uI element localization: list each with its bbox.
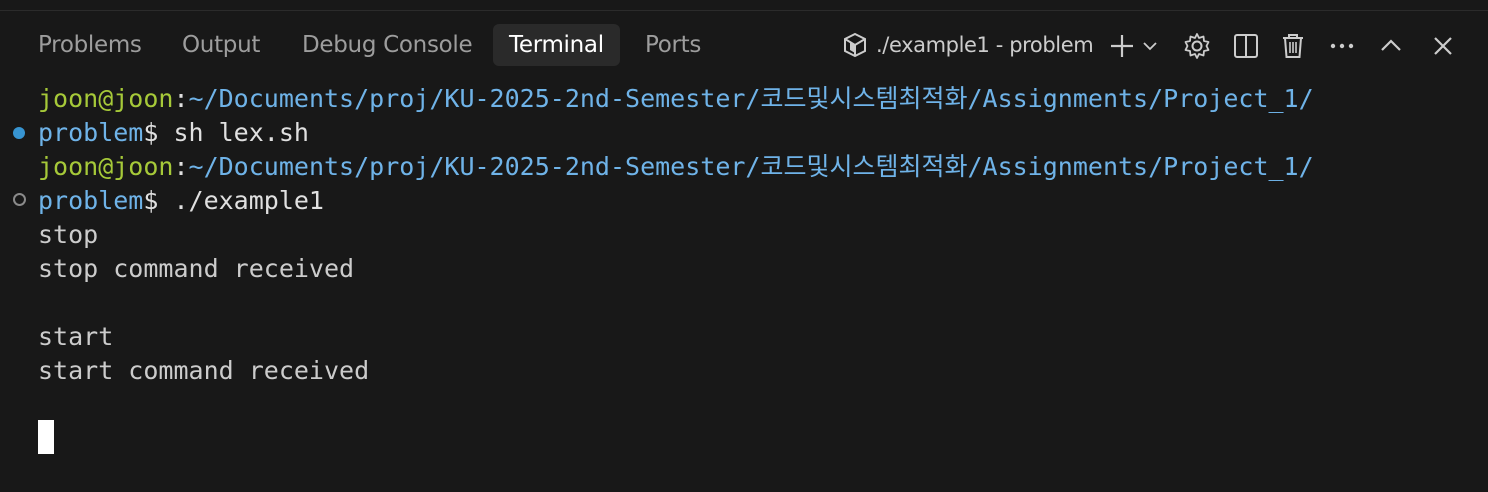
- close-icon: [1434, 37, 1452, 55]
- tab-problems[interactable]: Problems: [38, 24, 142, 66]
- prompt-path: ~/Documents/proj/KU-2025-2nd-Semester/코드…: [188, 152, 1314, 181]
- command-text: sh lex.sh: [173, 118, 309, 147]
- prompt-line: joon@joon:~/Documents/proj/KU-2025-2nd-S…: [38, 150, 1314, 184]
- more-actions-button[interactable]: [1326, 30, 1358, 62]
- chevron-down-icon: [1143, 42, 1157, 51]
- prompt-line: joon@joon:~/Documents/proj/KU-2025-2nd-S…: [38, 82, 1314, 116]
- terminal-settings-button[interactable]: [1181, 30, 1213, 62]
- terminal-title: ./example1 - problem: [876, 33, 1094, 57]
- prompt-path-continued: problem: [38, 118, 144, 147]
- tab-ports[interactable]: Ports: [645, 24, 701, 66]
- command-text: ./example1: [173, 186, 324, 215]
- prompt-user: joon@joon: [38, 152, 174, 181]
- prompt-separator: :: [173, 152, 189, 181]
- launch-profile-button[interactable]: [1138, 30, 1162, 62]
- prompt-path: ~/Documents/proj/KU-2025-2nd-Semester/코드…: [188, 84, 1314, 113]
- top-border: [0, 0, 1488, 11]
- prompt-line: problem$ ./example1: [38, 184, 324, 218]
- terminal-instance-selector[interactable]: ./example1 - problem: [842, 24, 1094, 66]
- prompt-separator: :: [173, 84, 189, 113]
- chevron-up-icon: [1381, 39, 1401, 51]
- command-success-decoration[interactable]: [13, 127, 25, 139]
- tab-output[interactable]: Output: [182, 24, 260, 66]
- tab-terminal[interactable]: Terminal: [493, 24, 620, 66]
- output-line: stop: [38, 220, 99, 249]
- prompt-path-continued: problem: [38, 186, 144, 215]
- split-terminal-button[interactable]: [1230, 30, 1262, 62]
- prompt-user: joon@joon: [38, 84, 174, 113]
- terminal-output[interactable]: joon@joon:~/Documents/proj/KU-2025-2nd-S…: [0, 82, 1488, 492]
- output-line: stop command received: [38, 254, 355, 283]
- output-line: start: [38, 322, 114, 351]
- prompt-dollar: $: [143, 118, 174, 147]
- package-icon: [844, 32, 866, 58]
- close-panel-button[interactable]: [1427, 30, 1459, 62]
- gear-icon: [1184, 33, 1210, 59]
- panel-tab-bar: Problems Output Debug Console Terminal P…: [0, 22, 1488, 68]
- command-running-decoration[interactable]: [13, 193, 26, 206]
- tab-debug-console[interactable]: Debug Console: [302, 24, 473, 66]
- plus-icon: [1111, 35, 1133, 57]
- output-line: start command received: [38, 356, 370, 385]
- prompt-dollar: $: [143, 186, 174, 215]
- split-icon: [1234, 34, 1258, 58]
- trash-icon: [1283, 34, 1303, 58]
- terminal-cursor: [38, 420, 54, 454]
- new-terminal-button[interactable]: [1106, 30, 1138, 62]
- prompt-line: problem$ sh lex.sh: [38, 116, 309, 150]
- kill-terminal-button[interactable]: [1277, 30, 1309, 62]
- maximize-panel-button[interactable]: [1375, 30, 1407, 62]
- ellipsis-icon: [1330, 43, 1354, 49]
